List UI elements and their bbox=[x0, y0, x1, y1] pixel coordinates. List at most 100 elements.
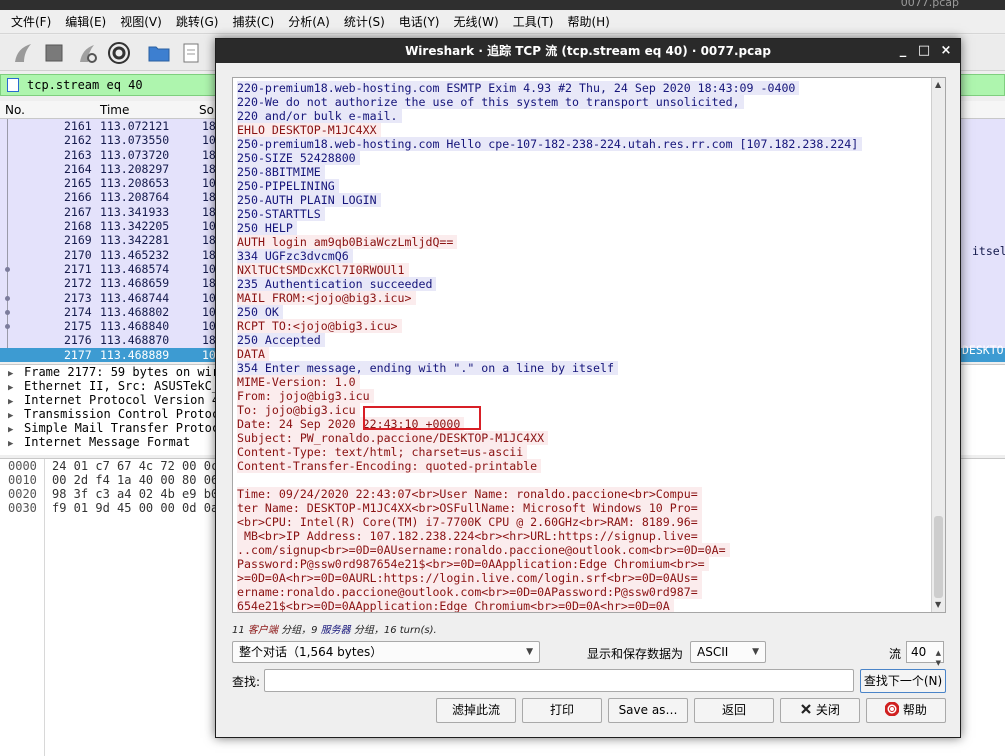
packet-number: 2163 bbox=[64, 147, 92, 162]
packet-number: 2166 bbox=[64, 190, 92, 205]
packet-number: 2175 bbox=[64, 319, 92, 334]
menu-go[interactable]: 跳转(G) bbox=[169, 11, 226, 32]
conversation-line bbox=[7, 190, 8, 205]
packet-time: 113.468744 bbox=[100, 290, 170, 305]
show-save-as-label: 显示和保存数据为 bbox=[587, 647, 684, 661]
capture-options-gear-icon[interactable] bbox=[106, 40, 132, 66]
stream-lines[interactable]: 220-premium18.web-hosting.com ESMTP Exim… bbox=[237, 81, 863, 612]
save-file-icon[interactable] bbox=[178, 40, 204, 66]
open-file-folder-icon[interactable] bbox=[146, 40, 172, 66]
related-packet-dot-icon bbox=[5, 324, 10, 330]
details-item-label: Ethernet II, Src: ASUSTekC_ bbox=[24, 379, 220, 393]
scroll-down-arrow-icon[interactable]: ▼ bbox=[935, 600, 941, 609]
menu-wireless[interactable]: 无线(W) bbox=[447, 11, 506, 32]
packet-time: 113.073550 bbox=[100, 133, 170, 148]
help-button[interactable]: 帮助 bbox=[866, 698, 946, 723]
packet-source: 10 bbox=[202, 219, 216, 234]
menu-edit[interactable]: 编辑(E) bbox=[58, 11, 113, 32]
packet-source: 10 bbox=[202, 319, 216, 334]
packet-time: 113.208297 bbox=[100, 161, 170, 176]
scroll-up-arrow-icon[interactable]: ▲ bbox=[935, 80, 941, 89]
stream-line-client: DATA bbox=[237, 347, 269, 361]
stream-line-server: 235 Authentication succeeded bbox=[237, 277, 437, 291]
conversation-select[interactable]: 整个对话（1,564 bytes） ▼ bbox=[232, 641, 540, 663]
save-as-button[interactable]: Save as… bbox=[608, 698, 688, 723]
stream-content-pane[interactable]: 220-premium18.web-hosting.com ESMTP Exim… bbox=[232, 77, 946, 613]
shark-fin-start-icon[interactable] bbox=[10, 40, 36, 66]
packet-info-snippet-selected: DESKTO bbox=[962, 343, 1004, 357]
bytes-offset: 0010 bbox=[8, 473, 37, 487]
details-item-label: Internet Message Format bbox=[24, 435, 191, 449]
maximize-icon[interactable]: □ bbox=[913, 39, 935, 63]
dialog-title: Wireshark · 追踪 TCP 流 (tcp.stream eq 40) … bbox=[216, 39, 960, 63]
bytes-offset: 0030 bbox=[8, 501, 37, 515]
stream-number-value[interactable]: 40 bbox=[911, 645, 926, 659]
packet-number: 2168 bbox=[64, 219, 92, 234]
stream-line-server: 220 and/or bulk e-mail. bbox=[237, 109, 402, 123]
packet-source: 10 bbox=[202, 261, 216, 276]
expand-arrow-icon[interactable]: ▶ bbox=[8, 437, 24, 451]
details-item-label: Frame 2177: 59 bytes on wir bbox=[24, 365, 220, 379]
scrollbar-thumb[interactable] bbox=[934, 516, 943, 598]
encoding-select[interactable]: ASCII ▼ bbox=[690, 641, 766, 663]
packet-number: 2161 bbox=[64, 119, 92, 133]
column-header-no[interactable]: No. bbox=[5, 103, 25, 117]
packet-time: 113.468870 bbox=[100, 333, 170, 348]
details-item-label: Transmission Control Protoc bbox=[24, 407, 220, 421]
back-button[interactable]: 返回 bbox=[694, 698, 774, 723]
menu-analyze[interactable]: 分析(A) bbox=[281, 11, 337, 32]
bytes-hex[interactable]: f9 01 9d 45 00 00 0d 0a bbox=[52, 501, 218, 515]
packet-source: 18 bbox=[202, 247, 216, 262]
stream-number-label: 流 bbox=[889, 647, 902, 661]
column-header-time[interactable]: Time bbox=[100, 103, 129, 117]
bytes-hex[interactable]: 00 2d f4 1a 40 00 80 06 bbox=[52, 473, 218, 487]
bytes-hex[interactable]: 98 3f c3 a4 02 4b e9 b0 bbox=[52, 487, 218, 501]
menu-tools[interactable]: 工具(T) bbox=[506, 11, 561, 32]
menu-view[interactable]: 视图(V) bbox=[113, 11, 169, 32]
client-label: 客户端 bbox=[247, 625, 278, 636]
menu-help[interactable]: 帮助(H) bbox=[560, 11, 616, 32]
packet-source: 10 bbox=[202, 347, 216, 362]
packet-time: 113.342205 bbox=[100, 219, 170, 234]
packet-source: 18 bbox=[202, 276, 216, 291]
conversation-line bbox=[7, 333, 8, 348]
dropdown-caret-icon: ▼ bbox=[752, 647, 759, 657]
minimize-icon[interactable]: _ bbox=[892, 39, 914, 63]
conversation-line bbox=[7, 119, 8, 134]
find-input[interactable] bbox=[264, 669, 854, 692]
stream-line-client: ..com/signup<br>=0D=0AUsername:ronaldo.p… bbox=[237, 543, 730, 557]
packet-number: 2170 bbox=[64, 247, 92, 262]
menu-statistics[interactable]: 统计(S) bbox=[337, 11, 392, 32]
packet-source: 10 bbox=[202, 133, 216, 148]
menu-telephony[interactable]: 电话(Y) bbox=[392, 11, 447, 32]
details-item-label: Simple Mail Transfer Protoc bbox=[24, 421, 220, 435]
stream-number-spinbox[interactable]: 40 ▲ ▼ bbox=[906, 641, 944, 667]
stop-capture-icon[interactable] bbox=[41, 40, 67, 66]
packet-source: 18 bbox=[202, 147, 216, 162]
close-window-icon[interactable]: × bbox=[935, 39, 957, 63]
packet-time: 113.072121 bbox=[100, 119, 170, 133]
packet-source: 10 bbox=[202, 304, 216, 319]
annotation-highlight-box bbox=[363, 406, 481, 430]
filter-out-stream-button[interactable]: 滤掉此流 bbox=[436, 698, 516, 723]
restart-capture-icon[interactable] bbox=[74, 40, 100, 66]
menu-capture[interactable]: 捕获(C) bbox=[225, 11, 281, 32]
vertical-scrollbar[interactable]: ▲ ▼ bbox=[931, 78, 945, 612]
packet-number: 2176 bbox=[64, 333, 92, 348]
stats-sep-1: 分组， bbox=[277, 625, 312, 636]
close-button[interactable]: 关闭 bbox=[780, 698, 860, 723]
find-next-button[interactable]: 查找下一个(N) bbox=[860, 669, 946, 693]
stream-line-blank bbox=[237, 473, 241, 487]
conversation-line bbox=[7, 176, 8, 191]
display-filter-text[interactable]: tcp.stream eq 40 bbox=[27, 78, 143, 92]
stream-line-client: AUTH login am9qb0BiaWczLmljdQ== bbox=[237, 235, 458, 249]
filter-bookmark-icon[interactable] bbox=[7, 78, 19, 92]
print-button[interactable]: 打印 bbox=[522, 698, 602, 723]
related-packet-dot-icon bbox=[5, 295, 10, 301]
packet-number: 2177 bbox=[64, 347, 92, 362]
close-button-label: 关闭 bbox=[815, 703, 840, 717]
bytes-hex[interactable]: 24 01 c7 67 4c 72 00 0c bbox=[52, 459, 218, 473]
stream-line-client: Password:P@ssw0rd987654e21$<br>=0D=0AApp… bbox=[237, 557, 709, 571]
related-packet-dot-icon bbox=[5, 309, 10, 315]
menu-file[interactable]: 文件(F) bbox=[4, 11, 58, 32]
